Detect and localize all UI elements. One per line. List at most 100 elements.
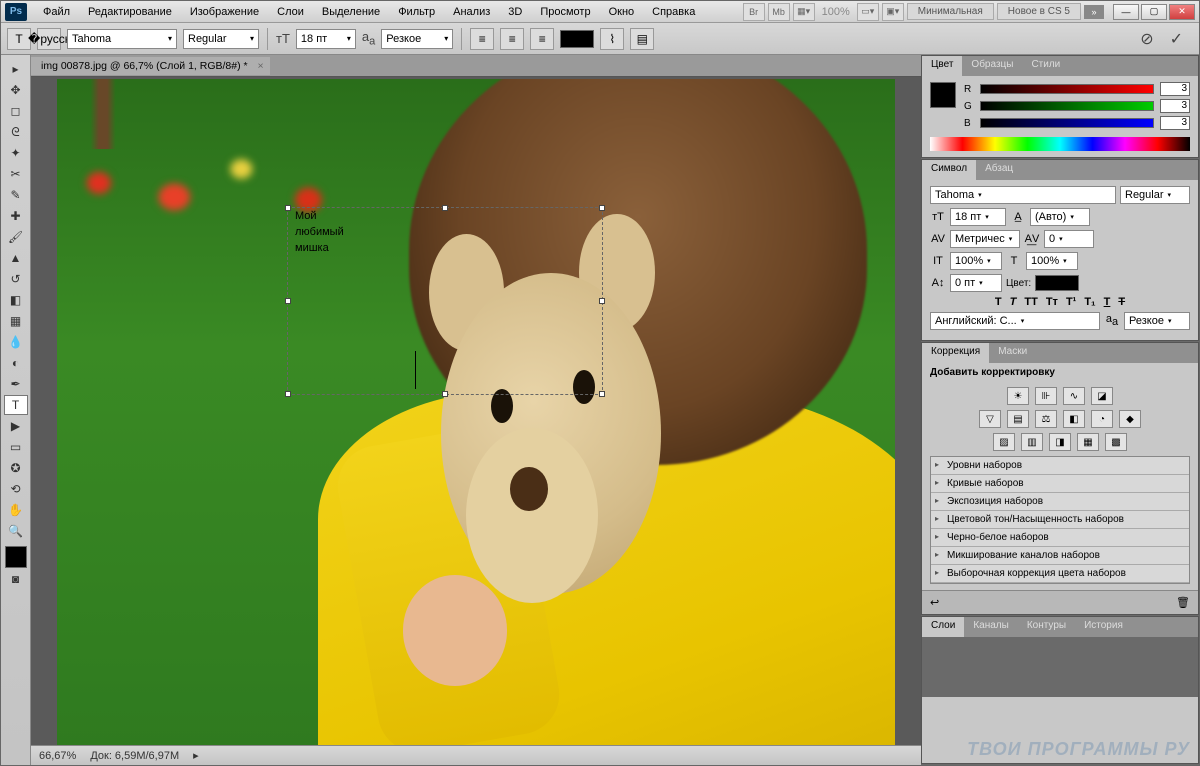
b-value[interactable]: 3: [1160, 116, 1190, 130]
adj-photo-icon[interactable]: ◔: [1091, 410, 1113, 428]
quickmask-toggle[interactable]: ◙: [4, 569, 28, 589]
3d-camera-tool[interactable]: ⟲: [4, 479, 28, 499]
adj-exposure-icon[interactable]: ◪: [1091, 387, 1113, 405]
align-center-button[interactable]: ≡: [500, 28, 524, 50]
align-left-button[interactable]: ≡: [470, 28, 494, 50]
menu-image[interactable]: Изображение: [182, 3, 267, 21]
move-tool[interactable]: ✥: [4, 80, 28, 100]
font-size-select[interactable]: 18 пт: [296, 29, 356, 49]
adj-gradmap-icon[interactable]: ▦: [1077, 433, 1099, 451]
hand-tool[interactable]: ✋: [4, 500, 28, 520]
char-baseline[interactable]: 0 пт: [950, 274, 1002, 292]
view-extras-icon[interactable]: ▦▾: [793, 3, 815, 21]
preset-hue[interactable]: Цветовой тон/Насыщенность наборов: [931, 511, 1189, 529]
menu-select[interactable]: Выделение: [314, 3, 388, 21]
tab-layers[interactable]: Слои: [922, 617, 964, 637]
menu-file[interactable]: Файл: [35, 3, 78, 21]
path-select-tool[interactable]: ▶: [4, 416, 28, 436]
maximize-button[interactable]: ▢: [1141, 4, 1167, 20]
g-slider[interactable]: [980, 101, 1154, 111]
cancel-edit-icon[interactable]: ⊘: [1140, 29, 1153, 49]
zoom-readout[interactable]: 100%: [818, 6, 854, 18]
minibridge-icon[interactable]: Mb: [768, 3, 790, 21]
faux-bold[interactable]: T: [995, 296, 1002, 308]
preset-exposure[interactable]: Экспозиция наборов: [931, 493, 1189, 511]
strikethrough[interactable]: T: [1118, 296, 1125, 308]
heal-tool[interactable]: ✚: [4, 206, 28, 226]
menu-edit[interactable]: Редактирование: [80, 3, 180, 21]
char-vscale[interactable]: 100%: [950, 252, 1002, 270]
char-font-select[interactable]: Tahoma: [930, 186, 1116, 204]
workspace-more-icon[interactable]: »: [1084, 5, 1104, 19]
orientation-toggle[interactable]: �русск: [37, 28, 61, 50]
adj-curves-icon[interactable]: ∿: [1063, 387, 1085, 405]
align-right-button[interactable]: ≡: [530, 28, 554, 50]
text-layer-content[interactable]: Мойлюбимыймишка: [295, 209, 344, 257]
zoom-tool[interactable]: 🔍: [4, 521, 28, 541]
smallcaps[interactable]: Tᴛ: [1046, 296, 1058, 308]
adj-hue-icon[interactable]: ▤: [1007, 410, 1029, 428]
g-value[interactable]: 3: [1160, 99, 1190, 113]
font-family-select[interactable]: Tahoma: [67, 29, 177, 49]
document-tab[interactable]: img 00878.jpg @ 66,7% (Слой 1, RGB/8#) *: [31, 57, 270, 75]
char-aa-select[interactable]: Резкое: [1124, 312, 1190, 330]
adj-poster-icon[interactable]: ▥: [1021, 433, 1043, 451]
underline[interactable]: T: [1104, 296, 1111, 308]
font-weight-select[interactable]: Regular: [183, 29, 259, 49]
superscript[interactable]: T¹: [1066, 296, 1076, 308]
tab-styles[interactable]: Стили: [1022, 56, 1069, 76]
marquee-tool[interactable]: ◻: [4, 101, 28, 121]
preset-mixer[interactable]: Микширование каналов наборов: [931, 547, 1189, 565]
adj-vibrance-icon[interactable]: ▽: [979, 410, 1001, 428]
adj-brightness-icon[interactable]: ☀: [1007, 387, 1029, 405]
r-value[interactable]: 3: [1160, 82, 1190, 96]
spectrum-ramp[interactable]: [930, 137, 1190, 151]
antialias-select[interactable]: Резкое: [381, 29, 453, 49]
workspace-cs5[interactable]: Новое в CS 5: [997, 3, 1081, 20]
char-panel-button[interactable]: ▤: [630, 28, 654, 50]
arrange-icon[interactable]: ▭▾: [857, 3, 879, 21]
blur-tool[interactable]: 💧: [4, 332, 28, 352]
char-weight-select[interactable]: Regular: [1120, 186, 1190, 204]
adj-balance-icon[interactable]: ⚖: [1035, 410, 1057, 428]
adj-levels-icon[interactable]: ⊪: [1035, 387, 1057, 405]
collapse-icon[interactable]: ▸: [4, 59, 28, 79]
adj-invert-icon[interactable]: ▨: [993, 433, 1015, 451]
wand-tool[interactable]: ✦: [4, 143, 28, 163]
shape-tool[interactable]: ▭: [4, 437, 28, 457]
screenmode-icon[interactable]: ▣▾: [882, 3, 904, 21]
adjust-trash-icon[interactable]: 🗑: [1176, 596, 1190, 609]
stamp-tool[interactable]: ▲: [4, 248, 28, 268]
dodge-tool[interactable]: ◐: [4, 353, 28, 373]
b-slider[interactable]: [980, 118, 1154, 128]
crop-tool[interactable]: ✂: [4, 164, 28, 184]
r-slider[interactable]: [980, 84, 1154, 94]
preset-curves[interactable]: Кривые наборов: [931, 475, 1189, 493]
tab-masks[interactable]: Маски: [989, 343, 1036, 363]
workspace-minimal[interactable]: Минимальная: [907, 3, 994, 20]
menu-help[interactable]: Справка: [644, 3, 703, 21]
preset-levels[interactable]: Уровни наборов: [931, 457, 1189, 475]
eraser-tool[interactable]: ◧: [4, 290, 28, 310]
status-arrow-icon[interactable]: ▸: [193, 749, 199, 762]
menu-layers[interactable]: Слои: [269, 3, 312, 21]
faux-italic[interactable]: T: [1010, 296, 1017, 308]
pen-tool[interactable]: ✒: [4, 374, 28, 394]
minimize-button[interactable]: —: [1113, 4, 1139, 20]
adj-mixer-icon[interactable]: ◆: [1119, 410, 1141, 428]
adj-threshold-icon[interactable]: ◨: [1049, 433, 1071, 451]
menu-window[interactable]: Окно: [601, 3, 643, 21]
char-hscale[interactable]: 100%: [1026, 252, 1078, 270]
char-leading-select[interactable]: (Авто): [1030, 208, 1090, 226]
menu-3d[interactable]: 3D: [500, 3, 530, 21]
doc-size-readout[interactable]: Док: 6,59M/6,97M: [90, 750, 179, 762]
commit-edit-icon[interactable]: ✓: [1170, 29, 1183, 49]
3d-tool[interactable]: ✪: [4, 458, 28, 478]
tab-color[interactable]: Цвет: [922, 56, 962, 76]
warp-text-button[interactable]: ⌇: [600, 28, 624, 50]
tab-paths[interactable]: Контуры: [1018, 617, 1075, 637]
allcaps[interactable]: TT: [1024, 296, 1037, 308]
zoom-field[interactable]: 66,67%: [39, 750, 76, 762]
menu-view[interactable]: Просмотр: [532, 3, 598, 21]
tab-adjustments[interactable]: Коррекция: [922, 343, 989, 363]
